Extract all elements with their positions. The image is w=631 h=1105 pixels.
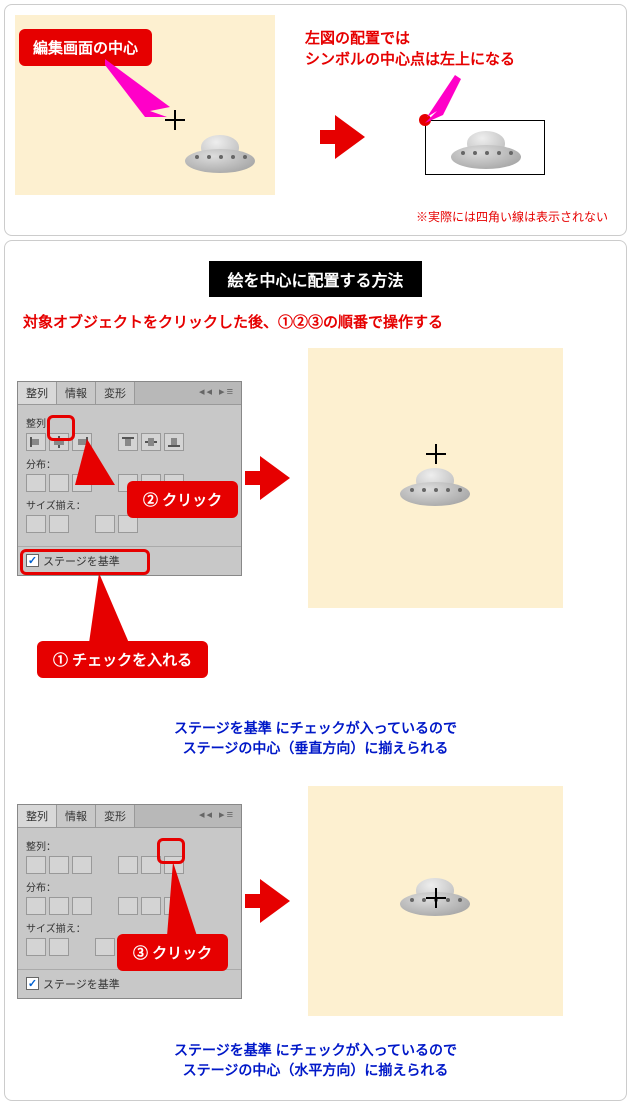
align-top-icon-2[interactable]	[118, 856, 138, 874]
stage-step2	[308, 348, 563, 608]
highlight-vcenter	[157, 838, 185, 864]
align-vcenter-icon[interactable]	[141, 433, 161, 451]
howto-card: 絵を中心に配置する方法 対象オブジェクトをクリックした後、①②③の順番で操作する…	[4, 240, 627, 1101]
dist-top-icon[interactable]	[26, 474, 46, 492]
caption-1a: ステージを基準 にチェックが入っているので	[17, 718, 614, 738]
ufo-graphic-3	[400, 468, 470, 508]
tab-info[interactable]: 情報	[57, 382, 96, 404]
caption-2b: ステージの中心（水平方向）に揃えられる	[17, 1060, 614, 1080]
d3[interactable]	[72, 897, 92, 915]
callout-3: ③ クリック	[117, 934, 228, 971]
ufo-graphic-2	[451, 131, 521, 171]
instruction-text: 対象オブジェクトをクリックした後、①②③の順番で操作する	[23, 311, 608, 332]
big-arrow-1	[335, 115, 365, 159]
highlight-checkbox	[20, 549, 150, 575]
tab-align[interactable]: 整列	[18, 382, 57, 404]
callout-2-tail	[75, 439, 115, 485]
center-cross-2	[426, 444, 446, 464]
step3-row: 整列 情報 変形 ◂◂ ▸≡ 整列：	[17, 786, 614, 1016]
howto-title: 絵を中心に配置する方法	[209, 261, 421, 297]
headline: 左図の配置では シンボルの中心点は左上になる	[305, 27, 515, 69]
label-align-2: 整列：	[26, 838, 233, 853]
s1[interactable]	[26, 938, 46, 956]
dist-vcenter-icon[interactable]	[49, 474, 69, 492]
align-left-icon-2[interactable]	[26, 856, 46, 874]
stage-checkbox-label-2: ステージを基準	[43, 976, 120, 992]
callout-2: ② クリック	[127, 481, 238, 518]
big-arrow-2	[260, 456, 290, 500]
intro-card: 編集画面の中心 左図の配置では シンボルの中心点は左上になる ※実際には四角い線…	[4, 4, 627, 236]
headline-2: シンボルの中心点は左上になる	[305, 48, 515, 69]
tab-transform-2[interactable]: 変形	[96, 805, 135, 827]
label-distribute-2: 分布：	[26, 879, 233, 894]
stage-checkbox-2[interactable]	[26, 977, 39, 990]
align-right-icon-2[interactable]	[72, 856, 92, 874]
callout-1: ① チェックを入れる	[37, 641, 208, 678]
highlight-hcenter	[47, 415, 75, 441]
pointer-arrow-magenta-2	[425, 75, 475, 125]
align-bottom-icon[interactable]	[164, 433, 184, 451]
align-top-icon[interactable]	[118, 433, 138, 451]
step2-row: 整列 情報 変形 ◂◂ ▸≡ 整列：	[17, 348, 614, 608]
big-arrow-3	[260, 879, 290, 923]
space-h-icon[interactable]	[95, 515, 115, 533]
ufo-graphic	[185, 135, 255, 175]
s3[interactable]	[95, 938, 115, 956]
tab-transform[interactable]: 変形	[96, 382, 135, 404]
align-left-icon[interactable]	[26, 433, 46, 451]
center-cross-3	[426, 888, 446, 908]
d5[interactable]	[141, 897, 161, 915]
label-distribute: 分布：	[26, 456, 233, 471]
d4[interactable]	[118, 897, 138, 915]
s2[interactable]	[49, 938, 69, 956]
tab-align-2[interactable]: 整列	[18, 805, 57, 827]
label-size-2: サイズ揃え：	[26, 920, 233, 935]
d2[interactable]	[49, 897, 69, 915]
align-panel-1: 整列 情報 変形 ◂◂ ▸≡ 整列：	[17, 381, 242, 576]
align-hcenter-icon-2[interactable]	[49, 856, 69, 874]
symbol-box	[425, 120, 545, 175]
panel-nav-icon-2[interactable]: ◂◂ ▸≡	[193, 805, 241, 827]
caption-1b: ステージの中心（垂直方向）に揃えられる	[17, 738, 614, 758]
footnote: ※実際には四角い線は表示されない	[416, 208, 608, 225]
d1[interactable]	[26, 897, 46, 915]
tab-info-2[interactable]: 情報	[57, 805, 96, 827]
title-row: 絵を中心に配置する方法	[17, 261, 614, 297]
headline-1: 左図の配置では	[305, 27, 515, 48]
size-width-icon[interactable]	[26, 515, 46, 533]
caption-2a: ステージを基準 にチェックが入っているので	[17, 1040, 614, 1060]
stage-step3	[308, 786, 563, 1016]
panel-tabs: 整列 情報 変形 ◂◂ ▸≡	[18, 382, 241, 405]
callout-1-tail	[89, 573, 129, 643]
panel-nav-icon[interactable]: ◂◂ ▸≡	[193, 382, 241, 404]
size-height-icon[interactable]	[49, 515, 69, 533]
callout-3-tail	[167, 862, 197, 936]
pointer-arrow-magenta	[95, 59, 185, 119]
stage-checkbox-row-2[interactable]: ステージを基準	[18, 969, 241, 998]
